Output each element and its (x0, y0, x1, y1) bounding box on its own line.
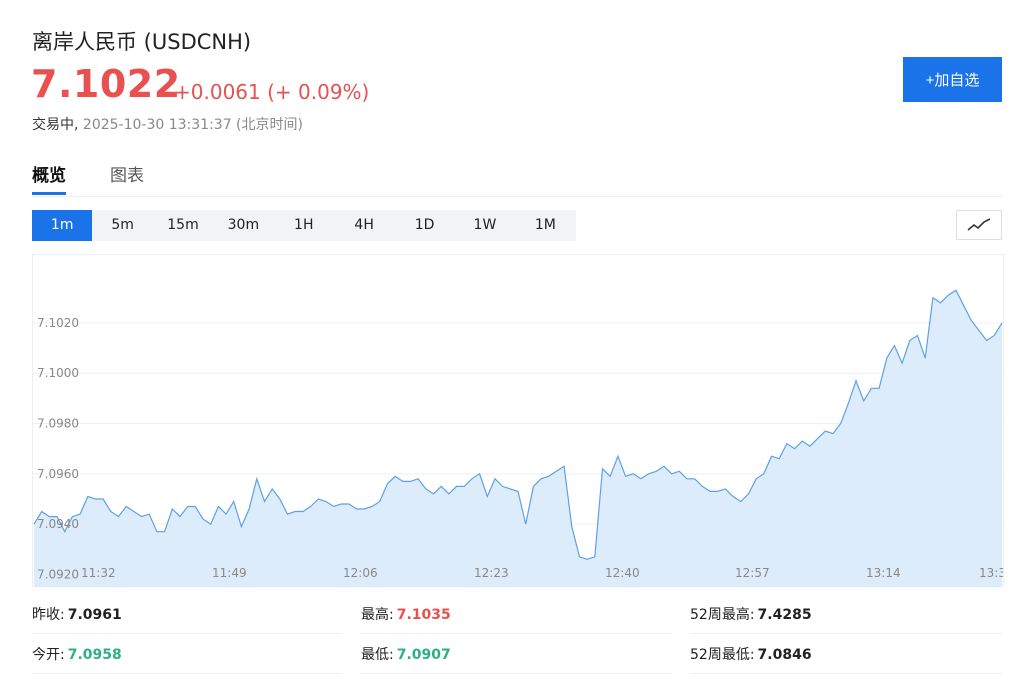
y-tick-label: 7.0960 (37, 467, 79, 481)
price-area (34, 290, 1002, 587)
stat-52w-high: 52周最高: 7.4285 (690, 604, 812, 624)
low-label: 最低: (361, 647, 394, 663)
current-price: 7.1022 (31, 62, 181, 106)
period-4h[interactable]: 4H (334, 210, 394, 241)
period-1mo[interactable]: 1M (515, 210, 575, 241)
x-tick-label: 12:23 (474, 566, 509, 580)
trading-status: 交易中, 2025-10-30 13:31:37 (北京时间) (32, 114, 303, 134)
stat-open: 今开: 7.0958 (32, 644, 122, 664)
high-label: 最高: (361, 607, 394, 623)
x-tick-label: 12:57 (735, 566, 770, 580)
status-label: 交易中, (32, 117, 79, 133)
divider (32, 633, 342, 634)
period-5m[interactable]: 5m (92, 210, 152, 241)
period-1d[interactable]: 1D (394, 210, 454, 241)
stat-prev-close: 昨收: 7.0961 (32, 604, 122, 624)
x-tick-label: 12:06 (343, 566, 378, 580)
active-tab-indicator (32, 192, 66, 195)
period-15m[interactable]: 15m (153, 210, 213, 241)
prev-close-label: 昨收: (32, 607, 65, 623)
week52-high-value: 7.4285 (757, 607, 812, 623)
x-tick-label: 13:3 (979, 566, 1003, 580)
y-tick-label: 7.0940 (37, 517, 79, 531)
x-tick-label: 12:40 (605, 566, 640, 580)
divider (690, 633, 1002, 634)
divider (690, 673, 1002, 674)
high-value: 7.1035 (396, 607, 451, 623)
price-change: +0.0061 (+ 0.09%) (174, 80, 370, 104)
week52-low-value: 7.0846 (757, 647, 812, 663)
chart-type-button[interactable] (956, 210, 1002, 240)
line-chart-icon (967, 218, 991, 231)
tab-overview[interactable]: 概览 (32, 161, 66, 186)
y-tick-label: 7.1020 (37, 316, 79, 330)
instrument-title: 离岸人民币 (USDCNH) (32, 30, 252, 54)
y-tick-label: 7.1000 (37, 366, 79, 380)
divider (361, 673, 671, 674)
add-watchlist-button[interactable]: +加自选 (903, 57, 1002, 102)
low-value: 7.0907 (396, 647, 451, 663)
divider (361, 633, 671, 634)
week52-low-label: 52周最低: (690, 647, 755, 663)
period-1m[interactable]: 1m (32, 210, 93, 241)
x-tick-label: 11:49 (212, 566, 247, 580)
period-selector: 1m 5m 15m 30m 1H 4H 1D 1W 1M (32, 210, 576, 241)
period-1h[interactable]: 1H (274, 210, 334, 241)
y-tick-label: 7.0980 (37, 417, 79, 431)
period-30m[interactable]: 30m (213, 210, 273, 241)
period-1w[interactable]: 1W (455, 210, 515, 241)
divider (32, 673, 342, 674)
x-tick-label: 13:14 (866, 566, 901, 580)
stat-high: 最高: 7.1035 (361, 604, 451, 624)
chart-svg: 7.1020 7.1000 7.0980 7.0960 7.0940 7.0920 11:3… (33, 289, 1003, 587)
timestamp: 2025-10-30 13:31:37 (北京时间) (82, 117, 303, 133)
price-chart: 7.1020 7.1000 7.0980 7.0960 7.0940 7.0920 11:3… (32, 254, 1004, 587)
open-value: 7.0958 (67, 647, 122, 663)
prev-close-value: 7.0961 (67, 607, 122, 623)
tab-chart[interactable]: 图表 (110, 161, 144, 186)
tab-bar: 概览 图表 (32, 158, 1002, 197)
x-tick-label: 11:32 (81, 566, 116, 580)
y-tick-label: 7.0920 (37, 567, 79, 581)
week52-high-label: 52周最高: (690, 607, 755, 623)
stat-52w-low: 52周最低: 7.0846 (690, 644, 812, 664)
open-label: 今开: (32, 647, 65, 663)
stat-low: 最低: 7.0907 (361, 644, 451, 664)
